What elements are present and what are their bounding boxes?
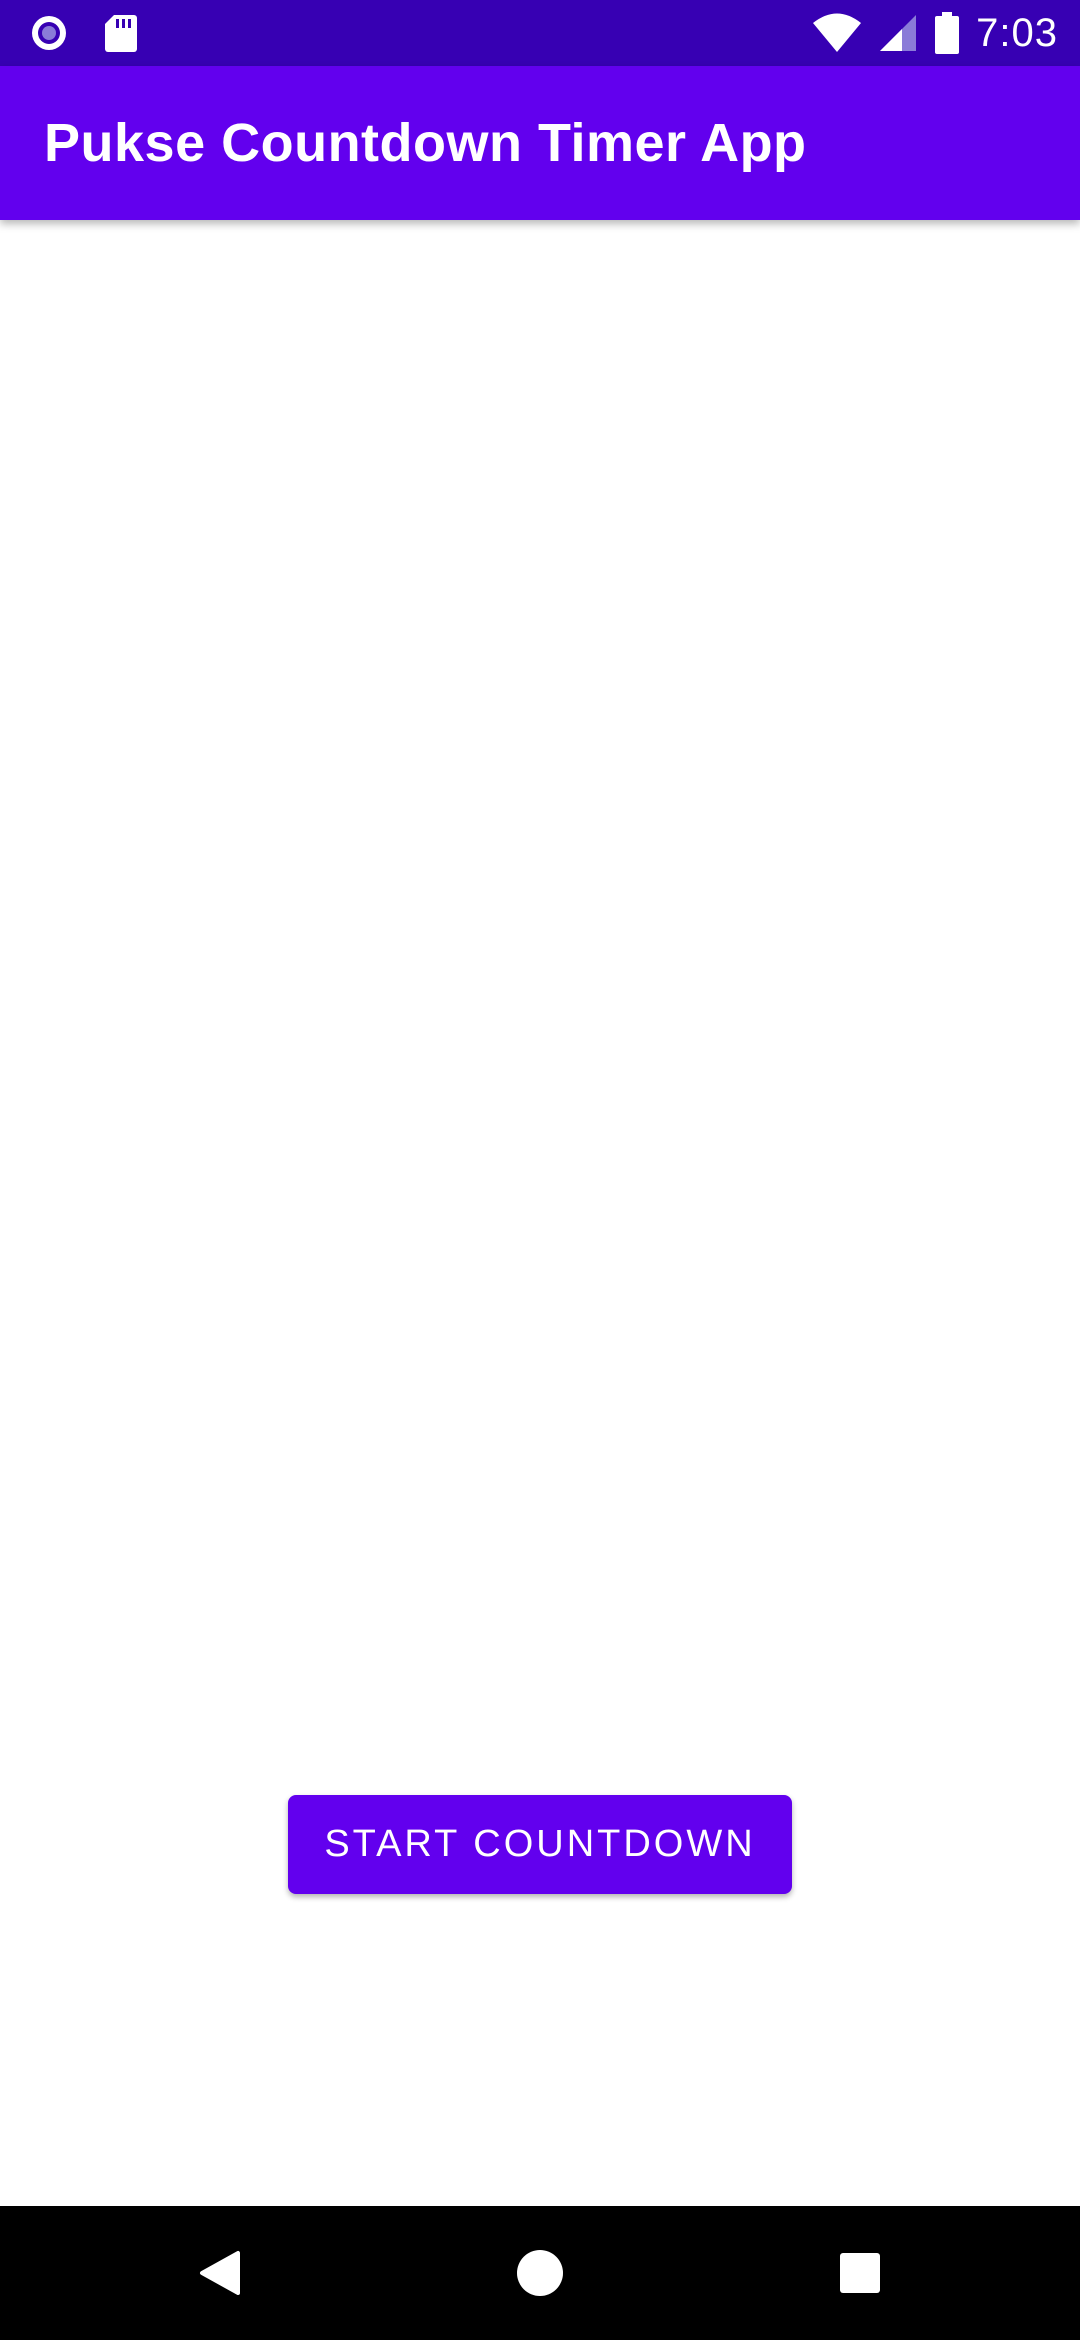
main-content: START COUNTDOWN — [0, 220, 1080, 2206]
cellular-signal-icon — [878, 13, 918, 53]
home-button[interactable] — [460, 2206, 620, 2340]
recents-button[interactable] — [780, 2206, 940, 2340]
home-icon — [516, 2249, 564, 2297]
app-screen: 7:03 Pukse Countdown Timer App START COU… — [0, 0, 1080, 2340]
back-icon — [198, 2249, 242, 2297]
status-right-icons: 7:03 — [812, 8, 1058, 58]
record-icon — [28, 12, 70, 54]
navigation-bar — [0, 2206, 1080, 2340]
app-bar: Pukse Countdown Timer App — [0, 66, 1080, 220]
sd-card-icon — [104, 13, 138, 53]
battery-icon — [934, 11, 960, 55]
status-left-icons — [28, 12, 138, 54]
recents-icon — [839, 2252, 881, 2294]
status-bar: 7:03 — [0, 0, 1080, 66]
start-countdown-button[interactable]: START COUNTDOWN — [288, 1795, 792, 1894]
wifi-icon — [812, 12, 862, 54]
status-time: 7:03 — [976, 10, 1058, 55]
back-button[interactable] — [140, 2206, 300, 2340]
app-title: Pukse Countdown Timer App — [44, 113, 807, 173]
